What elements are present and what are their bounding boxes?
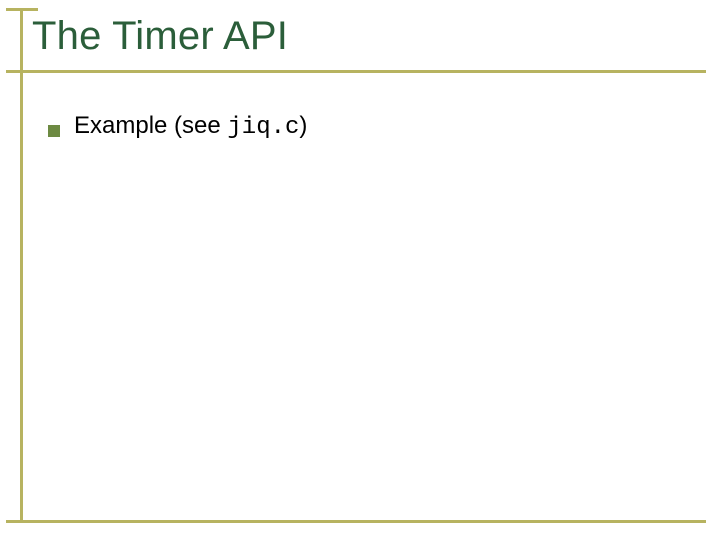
slide-title: The Timer API — [32, 14, 288, 59]
slide-body: Example (see jiq.c) — [48, 110, 680, 144]
decor-title-rule — [6, 70, 706, 73]
bullet-code: jiq.c — [227, 114, 299, 141]
square-bullet-icon — [48, 125, 60, 137]
bullet-text-prefix: Example (see — [74, 112, 227, 139]
bullet-item: Example (see jiq.c) — [48, 110, 680, 144]
bullet-text-suffix: ) — [299, 112, 307, 139]
bullet-text: Example (see jiq.c) — [74, 110, 307, 144]
decor-left-rail — [20, 8, 23, 520]
decor-bottom-rule — [6, 520, 706, 523]
slide: The Timer API Example (see jiq.c) — [0, 0, 720, 540]
